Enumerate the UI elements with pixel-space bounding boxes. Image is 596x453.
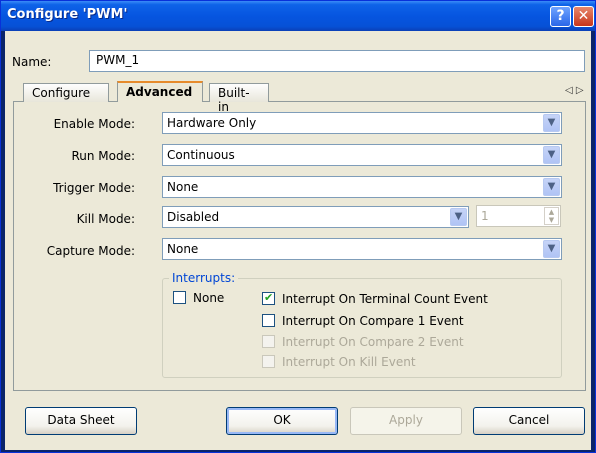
enable-mode-select[interactable]: Hardware Only ▼ — [162, 112, 562, 134]
kill-mode-value: Disabled — [167, 210, 220, 224]
run-mode-value: Continuous — [167, 148, 235, 162]
apply-button: Apply — [350, 407, 462, 435]
kill-mode-label: Kill Mode: — [76, 212, 135, 226]
chevron-down-icon[interactable]: ▼ — [543, 114, 560, 132]
name-input[interactable]: PWM_1 — [89, 50, 585, 72]
tab-built-in[interactable]: Built-in — [209, 83, 269, 114]
close-button[interactable]: ✕ — [573, 6, 594, 27]
dialog-body: Name: PWM_1 Configure Advanced Built-in … — [5, 31, 591, 450]
name-label: Name: — [12, 55, 52, 69]
checkmark-icon: ✔ — [264, 291, 274, 304]
dialog-window: Configure 'PWM' ? ✕ Name: PWM_1 Configur… — [0, 0, 596, 453]
trigger-mode-select[interactable]: None ▼ — [162, 176, 562, 198]
interrupt-none-label: None — [193, 291, 225, 305]
chevron-down-icon[interactable]: ▼ — [543, 240, 560, 258]
interrupt-terminal-count-label: Interrupt On Terminal Count Event — [282, 292, 488, 306]
ok-button[interactable]: OK — [226, 407, 338, 435]
window-title: Configure 'PWM' — [7, 7, 128, 22]
interrupt-compare1-label: Interrupt On Compare 1 Event — [282, 314, 464, 328]
chevron-down-icon[interactable]: ▼ — [543, 178, 560, 196]
kill-period-spinbox: 1 ▲ ▼ — [476, 205, 561, 227]
capture-mode-select[interactable]: None ▼ — [162, 238, 562, 260]
enable-mode-value: Hardware Only — [167, 116, 257, 130]
trigger-mode-label: Trigger Mode: — [53, 181, 135, 195]
capture-mode-value: None — [167, 242, 199, 256]
interrupt-compare2-label: Interrupt On Compare 2 Event — [282, 335, 464, 349]
capture-mode-label: Capture Mode: — [46, 244, 135, 258]
tab-configure[interactable]: Configure — [23, 83, 109, 102]
run-mode-select[interactable]: Continuous ▼ — [162, 144, 562, 166]
cancel-button[interactable]: Cancel — [473, 407, 585, 435]
tab-advanced[interactable]: Advanced — [117, 81, 203, 102]
datasheet-button[interactable]: Data Sheet — [25, 407, 137, 435]
kill-period-value: 1 — [481, 209, 489, 223]
run-mode-label: Run Mode: — [71, 149, 135, 163]
spin-arrows-icon: ▲ ▼ — [544, 207, 559, 225]
trigger-mode-value: None — [167, 180, 199, 194]
kill-mode-select[interactable]: Disabled ▼ — [162, 206, 469, 228]
chevron-down-icon[interactable]: ▼ — [450, 208, 467, 226]
checkbox-box[interactable] — [173, 291, 186, 304]
enable-mode-label: Enable Mode: — [53, 117, 135, 131]
tab-scroll-arrows[interactable]: ◁ ▷ — [565, 85, 584, 96]
checkbox-box[interactable]: ✔ — [262, 291, 275, 305]
checkbox-box — [262, 335, 275, 348]
checkbox-box[interactable] — [262, 314, 275, 327]
title-bar[interactable]: Configure 'PWM' ? ✕ — [1, 1, 595, 31]
interrupt-kill-label: Interrupt On Kill Event — [282, 355, 416, 369]
interrupts-title: Interrupts: — [169, 271, 239, 285]
help-button[interactable]: ? — [550, 6, 571, 27]
chevron-down-icon[interactable]: ▼ — [543, 146, 560, 164]
checkbox-box — [262, 355, 275, 368]
